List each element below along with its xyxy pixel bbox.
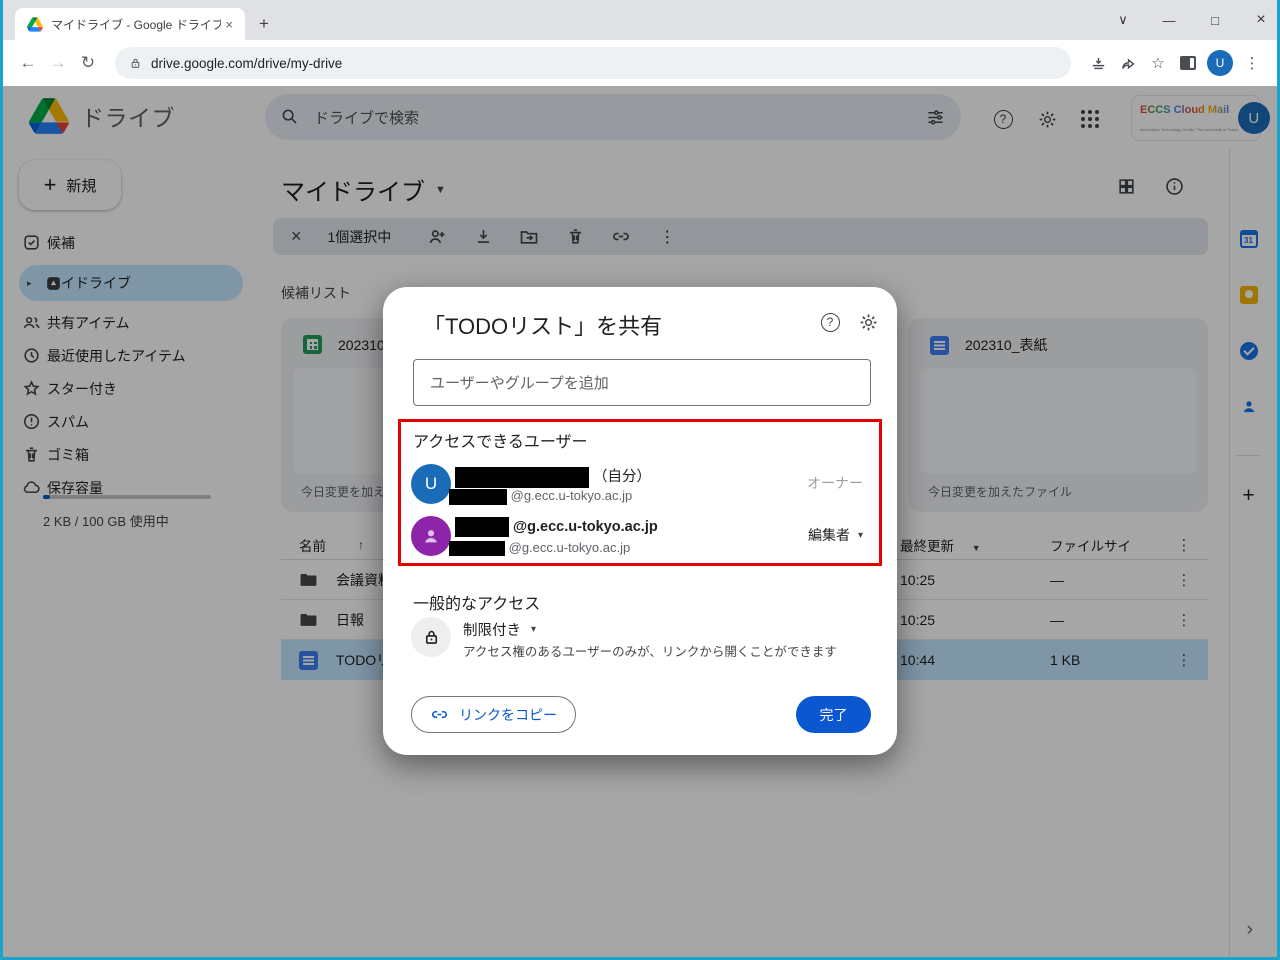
general-access-dropdown[interactable]: 制限付き ▾ [463, 619, 536, 640]
user-email-suffix: @g.ecc.u-tokyo.ac.jp [511, 488, 633, 503]
browser-toolbar: ← → ↻ drive.google.com/drive/my-drive ☆ … [3, 40, 1277, 86]
share-dialog: 「TODOリスト」を共有 ? ユーザーやグループを追加 アクセスできるユーザー … [383, 287, 897, 755]
add-people-input[interactable]: ユーザーやグループを追加 [413, 359, 871, 406]
access-section-label: アクセスできるユーザー [413, 428, 588, 452]
user-name-row: @g.ecc.u-tokyo.ac.jp [455, 517, 658, 537]
browser-titlebar: マイドライブ - Google ドライブ × + ∨ — □ × [3, 0, 1277, 40]
general-access-label: 一般的なアクセス [413, 590, 540, 614]
url-text: drive.google.com/drive/my-drive [151, 56, 342, 71]
done-button[interactable]: 完了 [796, 696, 871, 733]
tab-close-icon[interactable]: × [221, 17, 237, 32]
tab-search-icon[interactable]: ∨ [1115, 12, 1131, 28]
dialog-title: 「TODOリスト」を共有 [423, 309, 662, 341]
general-access-option: 制限付き [463, 619, 521, 640]
restricted-lock-icon[interactable] [411, 617, 451, 657]
redacted-name [455, 467, 589, 488]
link-icon [430, 705, 449, 724]
drive-app: ドライブ ドライブで検索 ? ECCS Cloud Mail Informati… [3, 86, 1277, 957]
user-avatar: U [411, 464, 451, 504]
person-icon [420, 525, 442, 547]
add-people-placeholder: ユーザーやグループを追加 [430, 372, 609, 393]
new-tab-button[interactable]: + [259, 14, 269, 34]
chevron-down-icon: ▾ [858, 530, 863, 541]
general-access-description: アクセス権のあるユーザーのみが、リンクから開くことができます [463, 641, 837, 660]
dialog-help-icon[interactable]: ? [819, 311, 841, 333]
dialog-settings-icon[interactable] [857, 311, 879, 333]
user-role-dropdown[interactable]: 編集者 ▾ [808, 525, 863, 545]
back-button[interactable]: ← [13, 53, 43, 73]
drive-favicon [27, 17, 43, 32]
user-email-row: @g.ecc.u-tokyo.ac.jp [449, 488, 632, 505]
user-name-suffix: @g.ecc.u-tokyo.ac.jp [513, 519, 658, 535]
tab-title: マイドライブ - Google ドライブ [51, 16, 221, 33]
role-label: 編集者 [808, 525, 850, 545]
chevron-down-icon: ▾ [531, 624, 536, 635]
site-lock-icon [129, 57, 142, 70]
side-panel-icon[interactable] [1173, 56, 1203, 70]
redacted-email [449, 489, 507, 505]
window-close-button[interactable]: × [1253, 11, 1269, 29]
user-role-owner: オーナー [807, 473, 863, 493]
user-email-suffix: @g.ecc.u-tokyo.ac.jp [509, 540, 631, 555]
reload-button[interactable]: ↻ [73, 53, 103, 73]
user-avatar [411, 516, 451, 556]
copy-link-label: リンクをコピー [459, 705, 557, 725]
browser-tab[interactable]: マイドライブ - Google ドライブ × [15, 8, 245, 40]
downloads-icon[interactable] [1083, 55, 1113, 72]
bookmark-star-icon[interactable]: ☆ [1143, 54, 1173, 72]
copy-link-button[interactable]: リンクをコピー [411, 696, 576, 733]
window-maximize-button[interactable]: □ [1207, 13, 1223, 28]
share-icon[interactable] [1113, 55, 1143, 72]
screenshot-frame: マイドライブ - Google ドライブ × + ∨ — □ × ← → ↻ d… [0, 0, 1280, 960]
browser-profile-avatar[interactable]: U [1207, 50, 1233, 76]
forward-button[interactable]: → [43, 53, 73, 73]
address-bar[interactable]: drive.google.com/drive/my-drive [115, 47, 1071, 79]
redacted-email [449, 541, 505, 556]
window-minimize-button[interactable]: — [1161, 13, 1177, 28]
user-name-suffix: （自分） [593, 469, 651, 485]
user-email-row: @g.ecc.u-tokyo.ac.jp [449, 540, 630, 556]
browser-menu-icon[interactable]: ⋮ [1237, 54, 1267, 72]
redacted-name [455, 517, 509, 537]
user-name-row: （自分） [455, 465, 651, 488]
